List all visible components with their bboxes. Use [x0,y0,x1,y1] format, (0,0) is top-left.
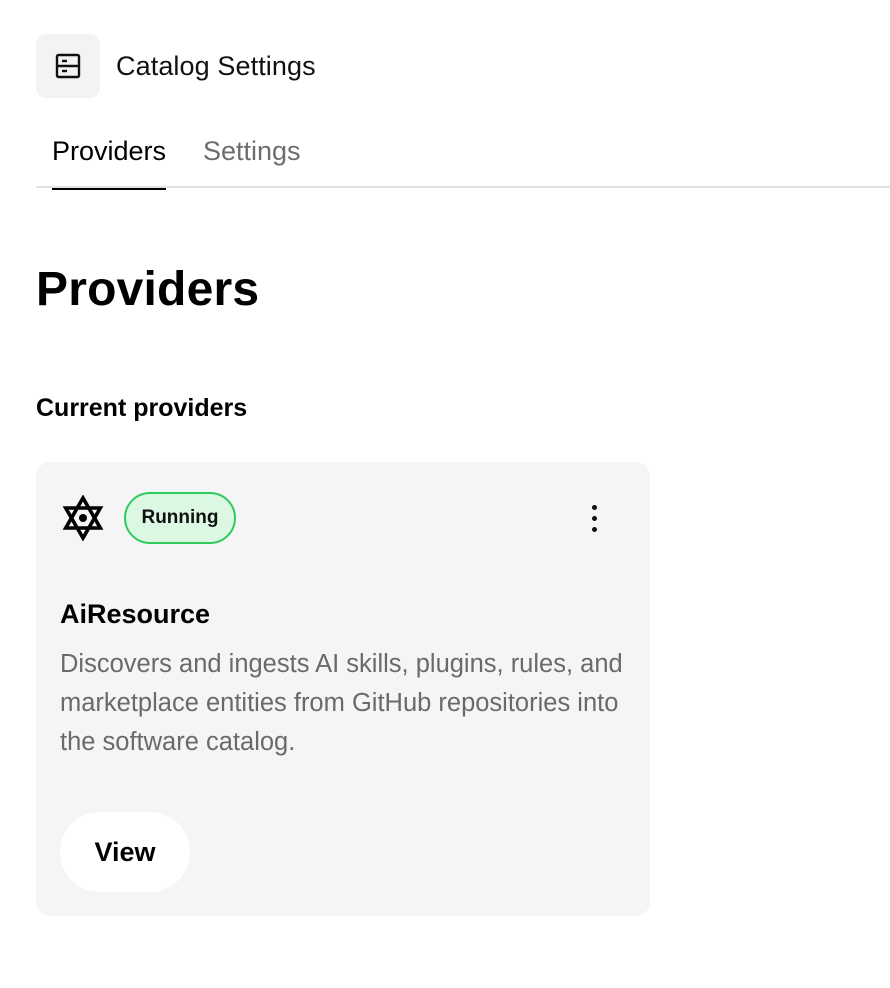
star-of-david-icon [60,494,106,542]
catalog-icon [36,34,100,98]
provider-card: Running AiResource Discovers and ingests… [36,462,650,916]
tab-providers[interactable]: Providers [52,128,167,190]
tab-settings[interactable]: Settings [203,128,301,188]
view-button[interactable]: View [60,812,190,892]
provider-description: Discovers and ingests AI skills, plugins… [60,650,623,756]
status-badge: Running [124,492,236,544]
provider-name: AiResource [60,599,211,629]
providers-heading: Providers [36,263,260,316]
catalog-settings-page: Catalog Settings Providers Settings Prov… [0,0,890,988]
page-header: Catalog Settings [36,34,316,98]
page-title: Catalog Settings [116,50,316,81]
current-providers-heading: Current providers [36,394,248,422]
tab-bar: Providers Settings [36,128,890,190]
more-vertical-icon[interactable] [576,498,612,538]
